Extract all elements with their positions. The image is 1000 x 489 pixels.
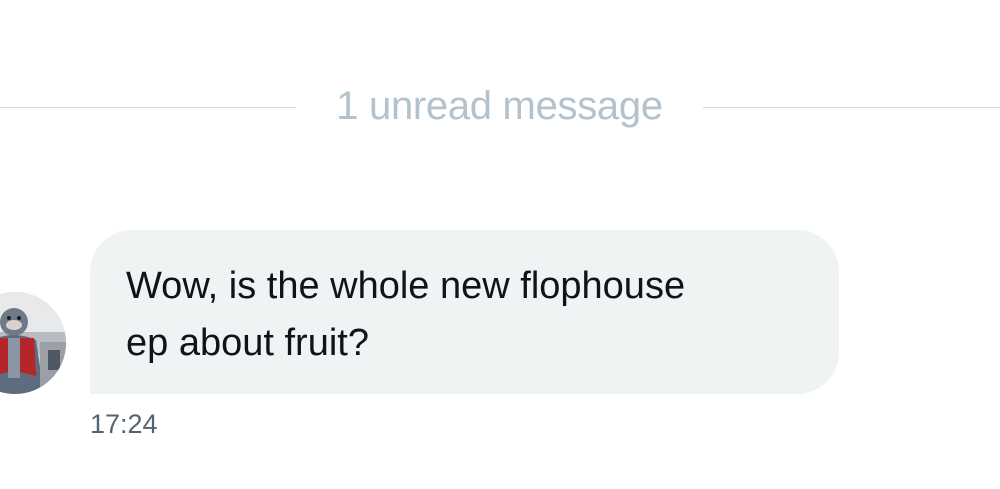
avatar[interactable] xyxy=(0,292,66,394)
message-bubble[interactable]: Wow, is the whole new flophouse ep about… xyxy=(90,230,839,394)
divider-line-left xyxy=(0,107,296,108)
unread-message-label: 1 unread message xyxy=(336,84,663,128)
message-timestamp: 17:24 xyxy=(90,409,158,439)
avatar-photo-icon xyxy=(0,292,66,394)
message-text: Wow, is the whole new flophouse ep about… xyxy=(126,265,686,364)
unread-divider: 1 unread message xyxy=(0,78,1000,134)
divider-line-right xyxy=(703,107,1000,108)
